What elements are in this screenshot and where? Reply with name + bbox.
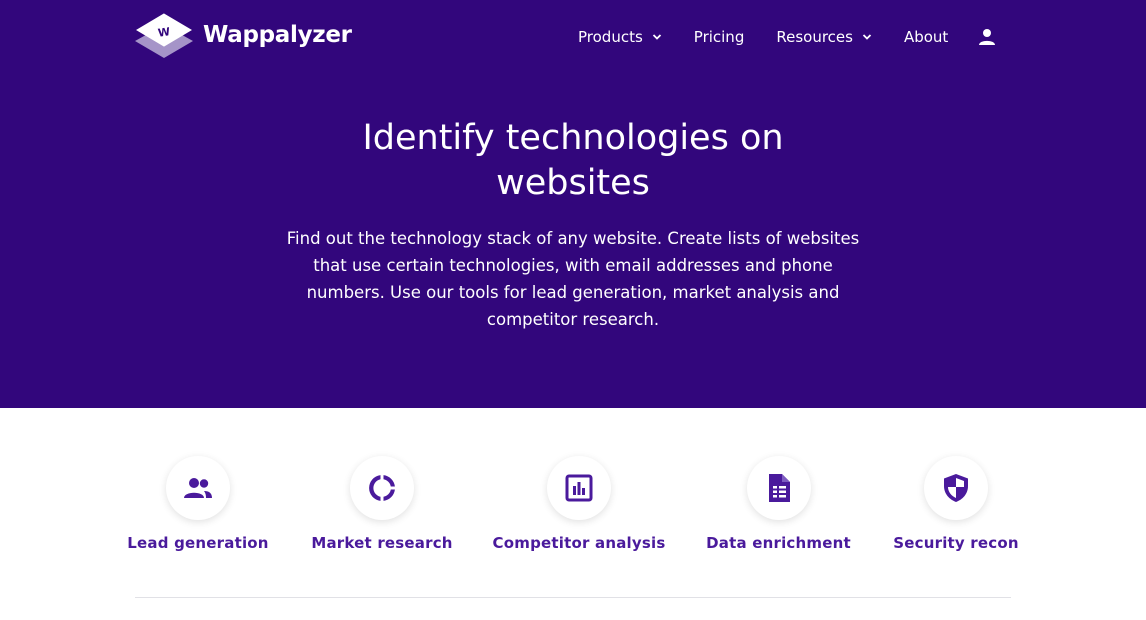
svg-text:W: W xyxy=(157,25,171,40)
nav-products-label: Products xyxy=(578,28,643,46)
feature-security-recon[interactable]: Security recon xyxy=(893,456,1019,552)
feature-lead-generation[interactable]: Lead generation xyxy=(127,456,269,552)
feature-label: Market research xyxy=(311,534,453,552)
feature-competitor-analysis[interactable]: Competitor analysis xyxy=(493,456,665,552)
bar-chart-icon xyxy=(565,474,593,502)
hero-title-line2: websites xyxy=(496,163,650,203)
nav-about[interactable]: About xyxy=(904,28,948,46)
feature-icon-circle xyxy=(924,456,988,520)
nav-pricing-label: Pricing xyxy=(693,28,745,46)
nav-products[interactable]: Products xyxy=(578,28,662,46)
chevron-down-icon xyxy=(862,34,872,40)
document-icon xyxy=(768,474,790,502)
feature-label: Data enrichment xyxy=(706,534,851,552)
people-icon xyxy=(184,478,212,498)
hero-subtitle: Find out the technology stack of any web… xyxy=(282,225,864,333)
wappalyzer-logo[interactable]: W Wappalyzer xyxy=(134,11,352,63)
nav-pricing[interactable]: Pricing xyxy=(694,28,745,46)
feature-icon-circle xyxy=(746,456,811,520)
main-nav: Products Pricing Resources About xyxy=(578,22,996,52)
donut-icon xyxy=(369,475,395,501)
hero-subtitle-line1: Find out the technology stack of any web… xyxy=(286,229,860,248)
hero-title: Identify technologies on websites xyxy=(280,116,866,206)
feature-label: Competitor analysis xyxy=(492,534,666,552)
user-account-icon[interactable] xyxy=(979,28,996,46)
hero-subtitle-line4: competitor research. xyxy=(486,310,660,329)
feature-icon-circle xyxy=(350,456,414,520)
logo-mark-icon: W xyxy=(134,11,194,63)
hero-subtitle-line2: that use certain technologies, with emai… xyxy=(313,256,833,275)
feature-icon-circle xyxy=(547,456,611,520)
feature-label: Lead generation xyxy=(127,534,269,552)
hero-section: W Wappalyzer Products Pricing Resources … xyxy=(0,0,1146,408)
brand-name: Wappalyzer xyxy=(203,22,352,48)
nav-about-label: About xyxy=(903,28,949,46)
chevron-down-icon xyxy=(652,34,661,40)
feature-data-enrichment[interactable]: Data enrichment xyxy=(706,456,851,552)
shield-icon xyxy=(944,474,968,502)
nav-resources[interactable]: Resources xyxy=(776,28,872,46)
feature-label: Security recon xyxy=(893,534,1019,552)
hero-title-line1: Identify technologies on xyxy=(362,118,784,158)
features-section: Lead generation Market research Competit… xyxy=(0,408,1146,620)
hero-subtitle-line3: numbers. Use our tools for lead generati… xyxy=(306,283,840,302)
feature-icon-circle xyxy=(166,456,230,520)
feature-market-research[interactable]: Market research xyxy=(311,456,452,552)
nav-resources-label: Resources xyxy=(776,28,853,46)
section-divider xyxy=(135,597,1011,598)
